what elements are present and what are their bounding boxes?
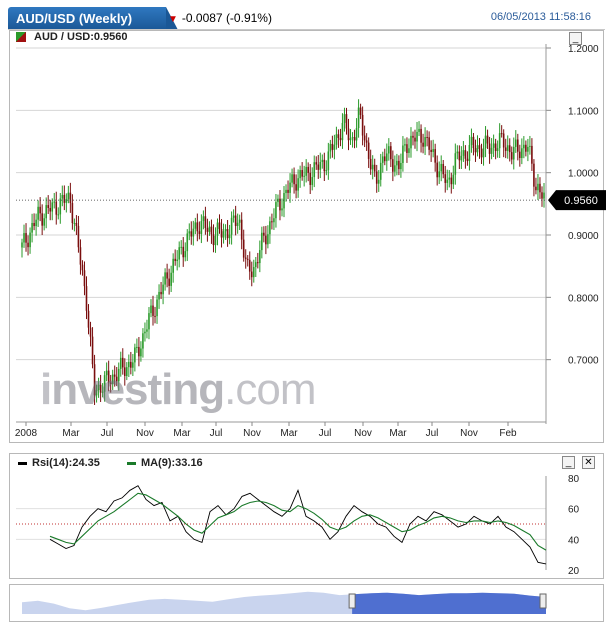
navigator-chart[interactable] — [0, 0, 613, 627]
navigator-left-handle[interactable] — [348, 593, 356, 609]
navigator-right-handle[interactable] — [539, 593, 547, 609]
